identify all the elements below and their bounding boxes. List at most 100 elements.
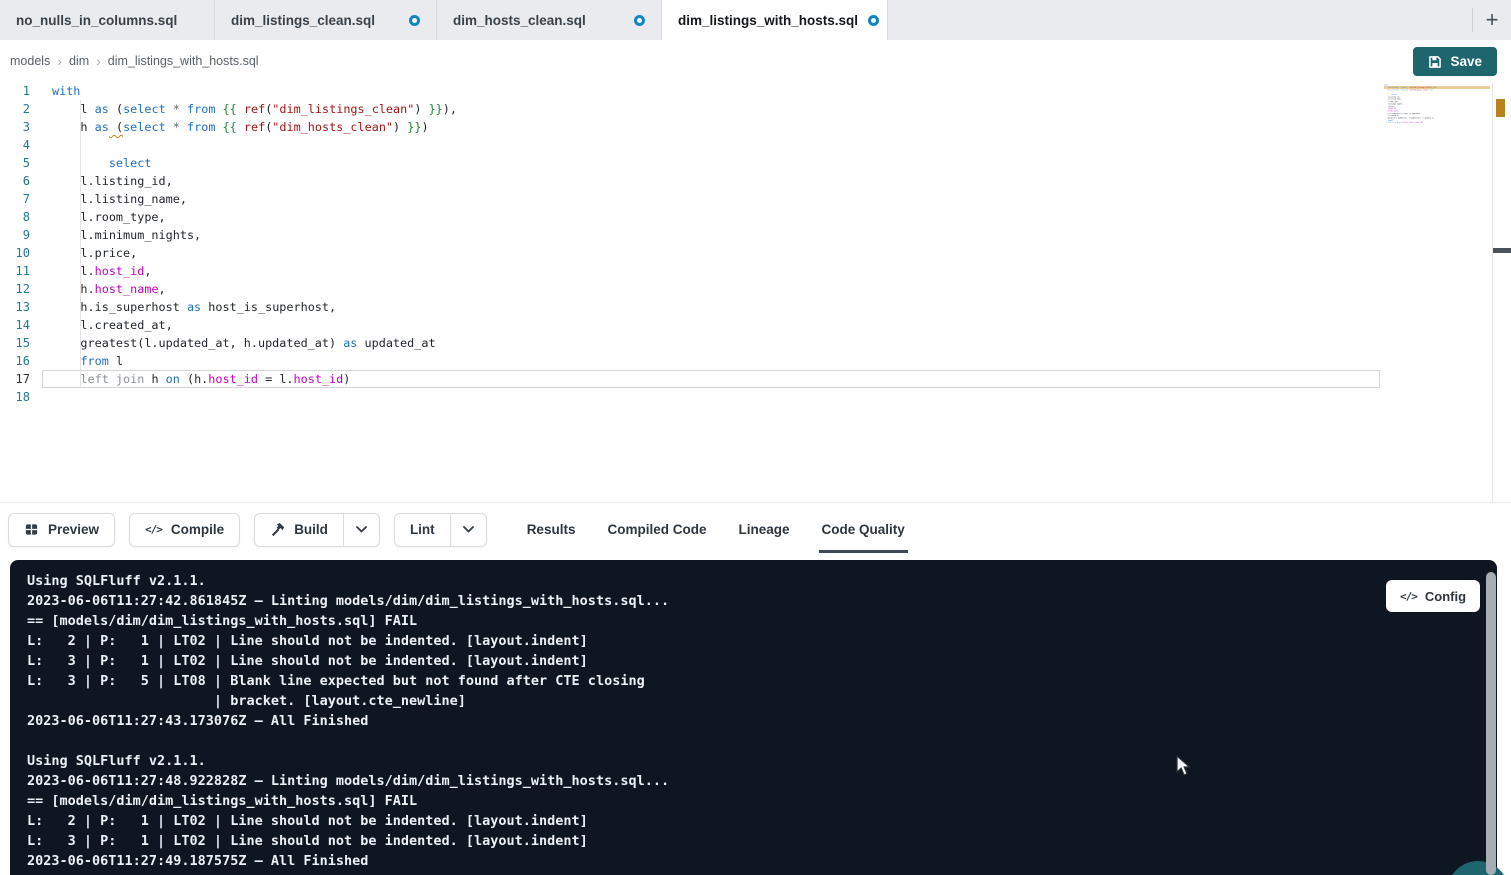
overview-ruler-warning-marker	[1496, 99, 1505, 117]
code-line	[52, 136, 457, 154]
save-button[interactable]: Save	[1413, 47, 1497, 76]
code-line: greatest(l.updated_at, h.updated_at) as …	[52, 334, 457, 352]
line-number: 7	[0, 190, 40, 208]
table-icon	[24, 522, 39, 537]
editor-tab[interactable]: dim_hosts_clean.sql	[437, 0, 662, 40]
line-number-gutter: 123456789101112131415161718	[0, 82, 40, 406]
code-icon: </>	[1400, 590, 1417, 603]
editor-tab[interactable]: dim_listings_with_hosts.sql	[662, 0, 888, 40]
line-number: 15	[0, 334, 40, 352]
line-number: 9	[0, 226, 40, 244]
chevron-right-icon: ›	[96, 53, 101, 69]
minimap[interactable]: with l as (select * from {{ ref("dim_lis…	[1384, 84, 1488, 204]
save-icon	[1428, 55, 1442, 69]
dbt-ide-window: no_nulls_in_columns.sql dim_listings_clea…	[0, 0, 1511, 875]
preview-label: Preview	[48, 522, 99, 537]
editor-tab[interactable]: no_nulls_in_columns.sql	[0, 0, 215, 40]
line-number: 16	[0, 352, 40, 370]
panel-tab-code-quality[interactable]: Code Quality	[822, 503, 905, 556]
lint-button[interactable]: Lint	[395, 514, 450, 546]
code-line: l.created_at,	[52, 316, 457, 334]
code-line: left join h on (h.host_id = l.host_id)	[52, 370, 457, 388]
code-line: l.listing_id,	[52, 172, 457, 190]
config-label: Config	[1425, 589, 1466, 604]
code-line: l.price,	[52, 244, 457, 262]
modified-indicator-icon	[634, 15, 645, 26]
code-line: select	[52, 154, 457, 172]
build-button[interactable]: Build	[255, 514, 343, 546]
lint-split-button: Lint	[394, 513, 487, 547]
config-button[interactable]: </> Config	[1386, 580, 1480, 612]
new-tab-button[interactable]: +	[1473, 0, 1511, 40]
breadcrumb-item[interactable]: models	[10, 54, 50, 68]
tab-label: dim_listings_with_hosts.sql	[678, 13, 858, 28]
code-line: l.minimum_nights,	[52, 226, 457, 244]
modified-indicator-icon	[868, 15, 879, 26]
line-number: 8	[0, 208, 40, 226]
breadcrumb: models › dim › dim_listings_with_hosts.sql	[10, 40, 259, 82]
tab-label: dim_listings_clean.sql	[231, 13, 375, 28]
plus-icon: +	[1486, 7, 1499, 33]
code-line: from l	[52, 352, 457, 370]
chevron-down-icon	[463, 526, 474, 533]
tab-label: dim_hosts_clean.sql	[453, 13, 586, 28]
line-number: 5	[0, 154, 40, 172]
panel-tab-list: Results Compiled Code Lineage Code Quality	[527, 503, 905, 556]
code-icon: </>	[145, 523, 162, 536]
line-number: 6	[0, 172, 40, 190]
code-line	[1384, 124, 1398, 126]
code-editor[interactable]: 123456789101112131415161718 with l as (s…	[0, 82, 1511, 502]
line-number: 10	[0, 244, 40, 262]
panel-tab-lineage[interactable]: Lineage	[738, 503, 789, 556]
overview-ruler-cursor-marker	[1493, 248, 1511, 253]
compile-label: Compile	[171, 522, 224, 537]
panel-tab-results[interactable]: Results	[527, 503, 576, 556]
breadcrumb-item[interactable]: dim_listings_with_hosts.sql	[108, 54, 259, 68]
line-number: 3	[0, 118, 40, 136]
compile-button[interactable]: </> Compile	[129, 513, 240, 547]
hammer-icon	[270, 522, 285, 537]
minimap-content: with l as (select * from {{ ref("dim_lis…	[1384, 84, 1398, 126]
editor-tab[interactable]: dim_listings_clean.sql	[215, 0, 437, 40]
terminal-panel: Using SQLFluff v2.1.1. 2023-06-06T11:27:…	[10, 560, 1497, 875]
code-line: h.host_name,	[52, 280, 457, 298]
tab-bar: no_nulls_in_columns.sql dim_listings_clea…	[0, 0, 1511, 40]
code-line	[52, 388, 457, 406]
save-label: Save	[1450, 54, 1482, 69]
line-number: 18	[0, 388, 40, 406]
code-line: with	[52, 82, 457, 100]
preview-button[interactable]: Preview	[8, 513, 115, 547]
chevron-down-icon	[356, 526, 367, 533]
chevron-right-icon: ›	[57, 53, 62, 69]
code-line: h.is_superhost as host_is_superhost,	[52, 298, 457, 316]
code-line: l.listing_name,	[52, 190, 457, 208]
code-content[interactable]: with l as (select * from {{ ref("dim_lis…	[52, 82, 457, 406]
line-number: 4	[0, 136, 40, 154]
line-number: 1	[0, 82, 40, 100]
tab-label: no_nulls_in_columns.sql	[16, 13, 177, 28]
line-number: 13	[0, 298, 40, 316]
line-number: 14	[0, 316, 40, 334]
code-line: l as (select * from {{ ref("dim_listings…	[52, 100, 457, 118]
breadcrumb-bar: models › dim › dim_listings_with_hosts.sql S…	[0, 40, 1511, 82]
panel-tab-compiled-code[interactable]: Compiled Code	[607, 503, 706, 556]
line-number: 2	[0, 100, 40, 118]
line-number: 11	[0, 262, 40, 280]
code-line: left join h on (h.host_id = l.host_id)	[1384, 121, 1398, 123]
line-number: 12	[0, 280, 40, 298]
breadcrumb-item[interactable]: dim	[69, 54, 89, 68]
build-dropdown-button[interactable]	[343, 514, 379, 546]
code-line: l.room_type,	[52, 208, 457, 226]
tab-list: no_nulls_in_columns.sql dim_listings_clea…	[0, 0, 888, 40]
tab-bar-spacer	[888, 0, 1472, 40]
overview-ruler-divider	[1492, 82, 1493, 502]
build-label: Build	[294, 522, 328, 537]
lint-dropdown-button[interactable]	[450, 514, 486, 546]
modified-indicator-icon	[409, 15, 420, 26]
terminal-scrollbar[interactable]	[1486, 572, 1496, 875]
action-toolbar: Preview </> Compile Build	[0, 502, 1511, 556]
terminal-output: Using SQLFluff v2.1.1. 2023-06-06T11:27:…	[27, 571, 1467, 871]
code-line: h as (select * from {{ ref("dim_hosts_cl…	[52, 118, 457, 136]
code-line: h as (select * from {{ ref("dim_hosts_cl…	[1384, 89, 1398, 91]
lint-label: Lint	[410, 522, 435, 537]
